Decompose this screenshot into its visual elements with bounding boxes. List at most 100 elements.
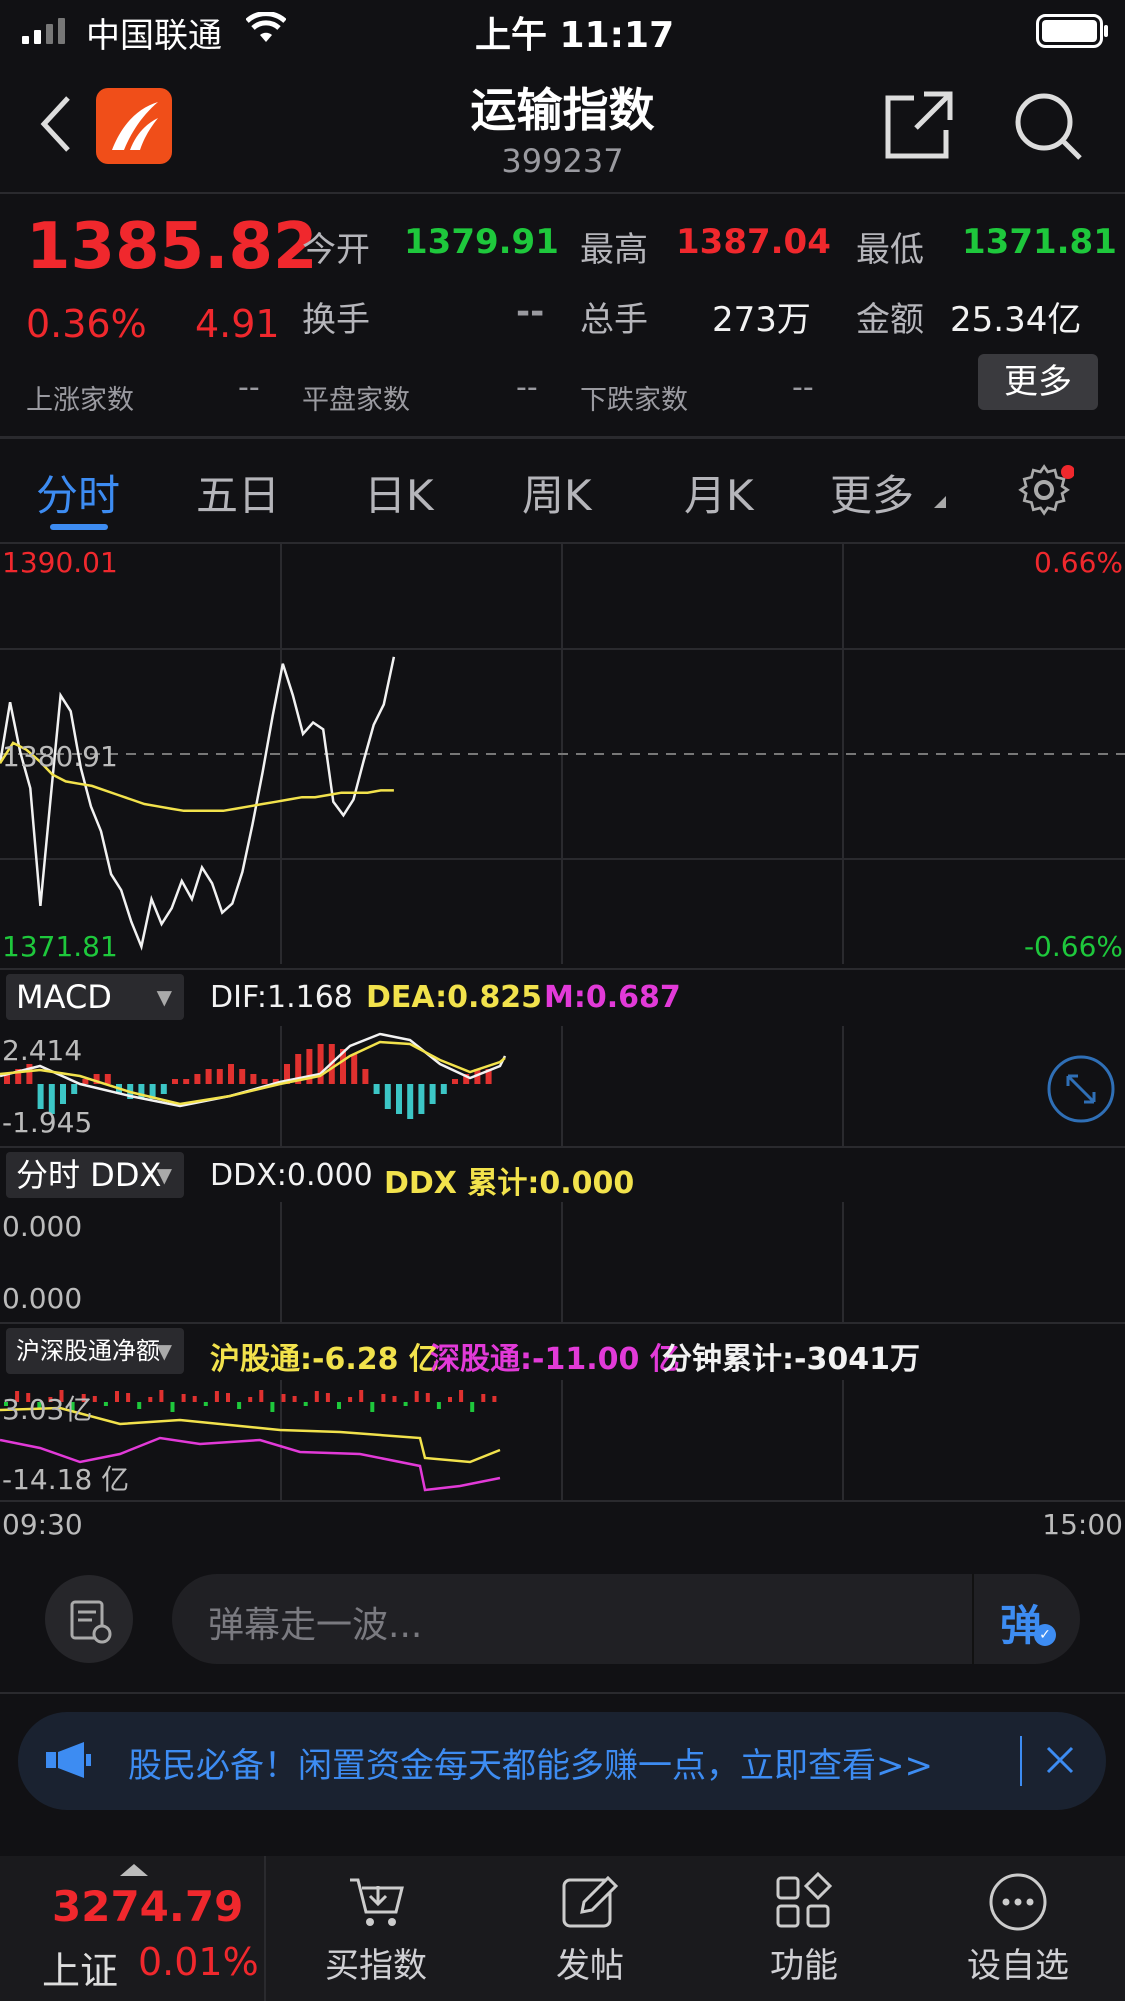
tab-daily-k[interactable]: 日K	[364, 462, 434, 523]
macd-histogram-bar	[60, 1084, 66, 1104]
up-count-label: 上涨家数	[26, 385, 134, 416]
northbound-flow-bar	[359, 1390, 364, 1402]
chevron-down-icon: ▼	[156, 1339, 172, 1363]
macd-histogram-bar	[216, 1069, 223, 1084]
nav-bar: 运输指数 399237	[0, 60, 1125, 192]
northbound-flow-bar	[92, 1396, 97, 1402]
northbound-flow-bar	[226, 1393, 230, 1402]
high-label: 最高	[580, 230, 648, 270]
time-end-label: 15:00	[1042, 1508, 1123, 1541]
index-name: 上证	[42, 1949, 119, 1993]
northbound-flow-bar	[281, 1394, 286, 1402]
northbound-flow-bar	[403, 1402, 408, 1406]
promo-banner[interactable]: 股民必备！闲置资金每天都能多赚一点，立即查看>>	[18, 1712, 1106, 1810]
northbound-flow-bar	[115, 1391, 119, 1402]
danmu-input[interactable]: 弹幕走一波... 弹 ✓	[172, 1574, 1080, 1664]
post-tab[interactable]: 发帖	[514, 1856, 666, 2001]
open-value: 1379.91	[404, 222, 559, 262]
buy-index-label: 买指数	[325, 1946, 427, 1986]
northbound-flow-bar	[192, 1396, 197, 1402]
northbound-flow-bar	[181, 1394, 186, 1402]
macd-histogram-bar	[440, 1084, 447, 1094]
macd-histogram-bar	[396, 1084, 402, 1114]
low-label: 最低	[856, 230, 924, 270]
northbound-flow-bar	[314, 1391, 319, 1402]
danmu-placeholder: 弹幕走一波...	[208, 1605, 423, 1646]
share-icon[interactable]	[884, 90, 954, 164]
add-watchlist-label: 设自选	[967, 1946, 1069, 1986]
status-bar: 中国联通 上午 11:17	[0, 0, 1125, 60]
caret-up-icon	[120, 1864, 148, 1876]
tab-more[interactable]: 更多	[830, 462, 914, 523]
page-title: 运输指数	[470, 83, 655, 137]
turnover-label: 换手	[302, 300, 370, 340]
amount-label: 金额	[856, 300, 924, 340]
macd-top-label: 2.414	[2, 1034, 83, 1067]
megaphone-icon	[44, 1740, 94, 1784]
northbound-flow-bar	[159, 1390, 164, 1402]
change-value: 4.91	[195, 302, 280, 346]
northbound-flow-bar	[337, 1402, 341, 1409]
tab-monthly-k[interactable]: 月K	[684, 462, 754, 523]
time-start-label: 09:30	[2, 1508, 83, 1541]
features-label: 功能	[770, 1946, 838, 1986]
northbound-flow-bar	[137, 1402, 142, 1409]
more-button[interactable]: 更多	[978, 354, 1098, 410]
volume-label: 总手	[580, 300, 648, 340]
clock: 上午 11:17	[475, 15, 675, 56]
chevron-down-icon: ▼	[156, 985, 172, 1009]
index-value: 3274.79	[52, 1882, 244, 1931]
settings-icon[interactable]	[1018, 462, 1075, 522]
ddx-value: DDX:0.000	[210, 1158, 373, 1193]
northbound-flow-bar	[414, 1391, 419, 1402]
danmu-send-button[interactable]: 弹 ✓	[972, 1574, 1080, 1664]
macd-histogram-bar	[228, 1064, 234, 1084]
tab-weekly-k[interactable]: 周K	[522, 462, 592, 523]
pct-axis-top-label: 0.66%	[1034, 546, 1123, 579]
add-watchlist-tab[interactable]: 设自选	[942, 1856, 1094, 2001]
northbound-flow-bar	[425, 1393, 430, 1402]
expand-icon[interactable]	[1046, 1054, 1116, 1128]
macd-histogram-bar	[373, 1084, 380, 1094]
northbound-flow-bar	[270, 1402, 275, 1412]
macd-histogram-bar	[160, 1084, 167, 1094]
macd-histogram-bar	[82, 1079, 89, 1084]
chevron-down-icon: ▼	[156, 1163, 172, 1187]
buy-index-tab[interactable]: 买指数	[300, 1856, 452, 2001]
check-badge-icon: ✓	[1034, 1624, 1056, 1646]
features-tab[interactable]: 功能	[728, 1856, 880, 2001]
ddx-bottom-label: 0.000	[2, 1282, 83, 1315]
macd-histogram-bar	[183, 1079, 190, 1084]
battery-icon	[1036, 14, 1110, 52]
danmu-send-label: 弹	[1000, 1601, 1043, 1650]
northbound-flow-bar	[248, 1397, 253, 1402]
intraday-chart[interactable]	[0, 544, 1125, 964]
macd-histogram-bar	[104, 1074, 111, 1084]
tab-intraday[interactable]: 分时	[36, 462, 120, 523]
macd-histogram-bar	[317, 1044, 324, 1084]
ddx-selector[interactable]: 分时 DDX ▼	[6, 1152, 184, 1198]
macd-histogram-bar	[362, 1069, 369, 1084]
northbound-selector[interactable]: 沪深股通净额 ▼	[6, 1328, 184, 1374]
northbound-flow-bar	[325, 1393, 330, 1402]
index-ticker[interactable]: 3274.79 上证 0.01%	[0, 1856, 266, 2001]
danmu-list-icon[interactable]	[44, 1574, 134, 1668]
search-icon[interactable]	[1012, 90, 1084, 166]
dropdown-corner-icon	[934, 496, 946, 508]
northbound-bottom-label: -14.18 亿	[2, 1463, 130, 1496]
macd-m: M:0.687	[544, 980, 681, 1015]
northbound-flow-bar	[448, 1397, 452, 1402]
banner-text: 股民必备！闲置资金每天都能多赚一点，立即查看>>	[128, 1746, 933, 1786]
ddx-top-label: 0.000	[2, 1210, 83, 1243]
grid-icon	[774, 1871, 834, 1936]
macd-histogram-bar	[452, 1079, 458, 1084]
macd-histogram-bar	[407, 1084, 414, 1119]
macd-histogram-bar	[351, 1054, 358, 1084]
macd-histogram-bar	[205, 1069, 212, 1084]
tab-five-day[interactable]: 五日	[196, 462, 280, 523]
northbound-flow-bar	[259, 1390, 264, 1402]
post-label: 发帖	[556, 1946, 624, 1986]
signal-icon	[22, 0, 82, 60]
macd-selector[interactable]: MACD ▼	[6, 974, 184, 1020]
close-icon[interactable]	[1042, 1742, 1078, 1782]
